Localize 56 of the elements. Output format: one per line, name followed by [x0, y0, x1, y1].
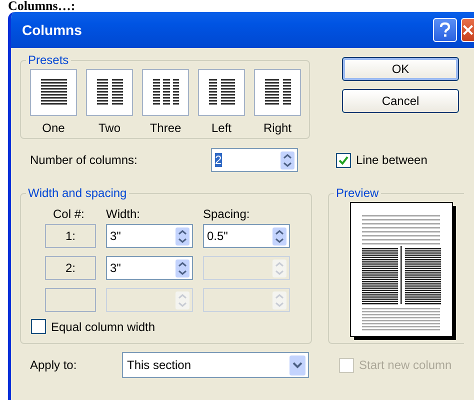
column-header: Col #:	[52, 208, 86, 220]
preset-label: One	[42, 121, 65, 135]
group-label: Presets	[27, 53, 70, 67]
width-field[interactable]: 3"	[106, 224, 193, 248]
column-layout-icon	[152, 79, 178, 106]
column-layout-icon	[40, 79, 66, 106]
dialog-button[interactable]: Cancel	[342, 89, 459, 113]
checkbox-label: Line between	[356, 153, 428, 167]
dropdown-value: This section	[127, 358, 192, 372]
spin-arrows-icon	[272, 226, 287, 246]
field-value: 3"	[110, 261, 121, 275]
spin-arrows-icon	[175, 258, 190, 278]
spin-arrows-icon	[272, 258, 287, 278]
cell-text: 1:	[65, 229, 76, 243]
preset-label: Two	[98, 121, 120, 135]
spin-arrows-icon	[272, 290, 287, 310]
preset-label: Left	[211, 121, 232, 135]
spin-arrows-icon	[175, 290, 190, 310]
preset-button[interactable]	[198, 69, 245, 116]
group-label: Width and spacing	[27, 186, 128, 200]
field-label: Number of columns:	[29, 153, 138, 167]
close-icon	[462, 23, 474, 37]
preset-button[interactable]	[86, 69, 133, 116]
checkbox[interactable]	[336, 152, 351, 168]
column-layout-icon	[264, 79, 290, 106]
field-value: 2	[215, 153, 222, 167]
column-header: Spacing:	[203, 208, 251, 220]
preset-button[interactable]	[142, 69, 189, 116]
preset-button[interactable]	[30, 69, 77, 116]
field-label: Apply to:	[29, 358, 78, 372]
field-value: 0.5"	[207, 229, 228, 243]
column-number-cell	[45, 288, 96, 312]
cell-text: 2:	[65, 261, 76, 275]
checkbox[interactable]	[31, 319, 46, 334]
dropdown[interactable]: This section	[122, 352, 309, 378]
close-button[interactable]	[461, 18, 474, 42]
preset-button[interactable]	[254, 69, 301, 116]
window-title: Columns	[22, 22, 83, 38]
field-value: 3"	[110, 229, 121, 243]
group-label: Preview	[335, 186, 380, 200]
column-header: Width:	[106, 208, 142, 220]
page-heading: Columns…:	[7, 0, 76, 12]
help-button[interactable]	[433, 18, 457, 42]
number-field[interactable]: 2	[211, 148, 298, 172]
spin-arrows-icon	[175, 226, 190, 246]
spacing-field[interactable]: 0.5"	[203, 224, 290, 248]
preset-label: Three	[150, 121, 182, 135]
spin-arrows-icon	[280, 150, 295, 170]
column-layout-icon	[208, 79, 234, 106]
help-icon	[438, 22, 452, 38]
checkbox-label: Start new column	[359, 358, 452, 372]
column-layout-icon	[96, 79, 122, 106]
preset-label: Right	[263, 121, 292, 135]
checkbox-label: Equal column width	[51, 320, 156, 334]
width-field[interactable]: 3"	[106, 256, 193, 280]
dialog-button[interactable]: OK	[342, 57, 459, 81]
